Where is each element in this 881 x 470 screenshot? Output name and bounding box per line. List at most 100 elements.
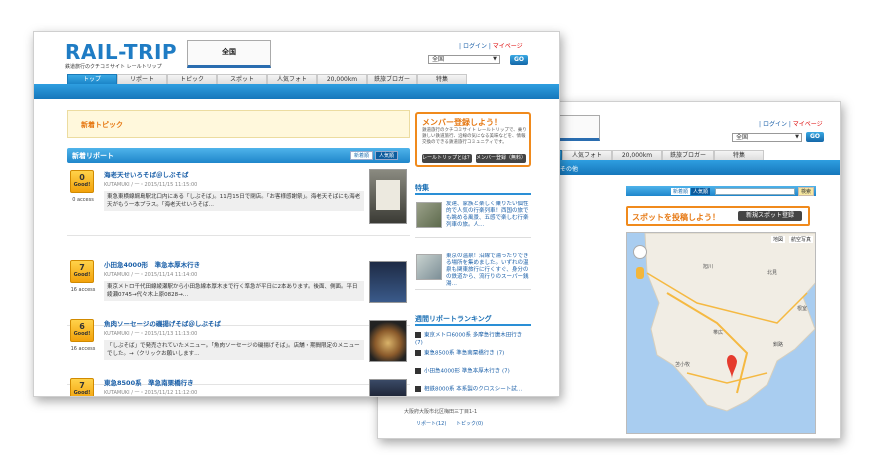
report-excerpt: 東京メトロ千代田線綾瀬駅から小田急線本厚木まで行く準急が平日に2本あります。後面… — [104, 281, 364, 301]
tab-photo[interactable]: 人気フォト — [562, 150, 612, 160]
about-button[interactable]: レールトリップとは？ — [422, 154, 472, 163]
tab-photo[interactable]: 人気フォト — [267, 74, 317, 84]
map-place: 根室 — [797, 306, 808, 312]
train-icon — [415, 368, 421, 374]
register-button[interactable]: メンバー登録（無料） — [476, 154, 526, 163]
search-input[interactable] — [715, 188, 795, 195]
good-count: 0 — [79, 173, 85, 182]
good-label: Good! — [73, 331, 91, 337]
map-pan-control[interactable] — [633, 245, 647, 259]
area-select[interactable]: 全国 ▼ — [428, 55, 500, 64]
report-item[interactable]: 7 Good! 東急8500系 準急南栗橋行き KUTAMUKI / 一・201… — [67, 374, 410, 396]
login-link[interactable]: ログイン — [763, 121, 787, 128]
feature-thumbnail[interactable] — [416, 202, 442, 228]
good-count: 6 — [79, 322, 85, 331]
report-thumbnail[interactable] — [369, 320, 407, 362]
tab-20000km[interactable]: 20,000km — [612, 150, 662, 160]
map-place: 北見 — [767, 270, 778, 276]
tab-spot[interactable]: スポット — [217, 74, 267, 84]
footer-report-link[interactable]: リポート(12) — [416, 420, 446, 427]
area-select-value: 全国 — [736, 134, 749, 141]
good-badge[interactable]: 6 Good! — [70, 319, 94, 342]
new-reports-title: 新着リポート — [72, 152, 114, 160]
ranking-text[interactable]: 東京メトロ6000系 多摩急行唐木田行き (7) — [415, 333, 522, 346]
report-thumbnail[interactable] — [369, 169, 407, 224]
mypage-link[interactable]: マイページ — [493, 43, 523, 50]
area-select-value: 全国 — [432, 56, 445, 63]
report-meta: KUTAMUKI / 一・2015/11/12 11:12:00 — [104, 390, 198, 396]
ranking-text[interactable]: 小田急4000形 準急本厚木行き (7) — [424, 369, 510, 375]
ranking-text[interactable]: 相鉄8000系 本系製のクロスシート試… — [424, 387, 522, 393]
go-button[interactable]: GO — [806, 132, 824, 142]
area-select[interactable]: 全国 ▼ — [732, 133, 802, 142]
good-count: 7 — [79, 263, 85, 272]
feature-item[interactable]: 友達、家族と楽しく乗りたい個性的で人気の行楽列車！西国の旅でも眺める風景、五感で… — [415, 200, 531, 238]
footer-topic-link[interactable]: トピック(0) — [456, 420, 483, 427]
member-description: 鉄道旅行のクチコミサイト レールトリップで、乗り鉄しい鉄道旅行、沿線の気になる美… — [422, 128, 527, 145]
map-place: 帯広 — [713, 330, 724, 336]
go-button[interactable]: GO — [510, 55, 528, 65]
ranking-item[interactable]: 相鉄8000系 本系製のクロスシート試… — [415, 386, 531, 394]
nav-tabs: 人気フォト 20,000km 鉄旅ブロガー 特集 — [550, 150, 764, 160]
access-count: 16 access — [70, 346, 96, 352]
ranking-item[interactable]: 東急8500系 準急南栗橋行き (7) — [415, 350, 531, 358]
train-icon — [415, 332, 421, 338]
map-place: 苫小牧 — [675, 362, 691, 368]
footer-address: 大阪府大阪市北区梅田三丁目1-1 — [404, 409, 478, 415]
tab-feature[interactable]: 特集 — [714, 150, 764, 160]
report-item[interactable]: 0 Good! 0 access 海老天せいろそば＠しぶそば KUTAMUKI … — [67, 166, 410, 236]
tab-20000km[interactable]: 20,000km — [317, 74, 367, 84]
good-badge[interactable]: 0 Good! — [70, 170, 94, 193]
tab-blogger[interactable]: 鉄旅ブロガー — [367, 74, 417, 84]
report-title[interactable]: 東急8500系 準急南栗橋行き — [104, 377, 194, 387]
train-icon — [415, 350, 421, 356]
report-thumbnail[interactable] — [369, 379, 407, 396]
ranking-item[interactable]: 小田急4000形 準急本厚木行き (7) — [415, 368, 531, 376]
new-topic-title: 新着トピック — [81, 121, 123, 129]
feature-item[interactable]: 東京の温泉！沿線で湯ったりできる場所を集めました。いずれの温泉も関東旅行に行くす… — [415, 252, 531, 290]
mypage-link[interactable]: マイページ — [793, 121, 823, 128]
ranking-title: 週間リポートランキング — [415, 315, 492, 323]
sort-popular-button[interactable]: 人気順 — [375, 151, 399, 160]
search-button[interactable]: 検索 — [798, 187, 814, 196]
report-meta: KUTAMUKI / 一・2015/11/15 11:15:00 — [104, 182, 198, 188]
report-meta: KUTAMUKI / 一・2015/11/14 11:14:00 — [104, 272, 198, 278]
ranking-header: 週間リポートランキング — [415, 314, 531, 326]
map-place: 旭川 — [703, 264, 714, 270]
report-title[interactable]: 魚肉ソーセージの磯揚げそば＠しぶそば — [104, 318, 221, 328]
rail-trip-logo[interactable]: RAIL-TRIP — [65, 40, 177, 64]
ranking-item[interactable]: 東京メトロ6000系 多摩急行唐木田行き (7) — [415, 332, 531, 347]
good-label: Good! — [73, 182, 91, 188]
pegman-icon[interactable] — [636, 267, 644, 279]
report-title[interactable]: 海老天せいろそば＠しぶそば — [104, 169, 189, 179]
report-title[interactable]: 小田急4000形 準急本厚木行き — [104, 259, 200, 269]
new-spot-button[interactable]: 新規スポット登録 — [738, 211, 802, 221]
nav-blue-bar — [34, 84, 559, 99]
sort-new-button[interactable]: 新着順 — [671, 188, 691, 195]
tab-blogger[interactable]: 鉄旅ブロガー — [662, 150, 714, 160]
nav-tabs: トップ リポート トピック スポット 人気フォト 20,000km 鉄旅ブロガー… — [67, 74, 467, 84]
feature-text[interactable]: 友達、家族と楽しく乗りたい個性的で人気の行楽列車！西国の旅でも眺める風景、五感で… — [446, 201, 530, 237]
feature-text[interactable]: 東京の温泉！沿線で湯ったりできる場所を集めました。いずれの温泉も関東旅行に行くす… — [446, 253, 530, 289]
login-link[interactable]: ログイン — [463, 43, 487, 50]
access-count: 16 access — [70, 287, 96, 293]
report-excerpt: 「しぶそば」で発売されていたメニュー。「魚肉ソーセージの磯揚げそば」。店舗・期間… — [104, 340, 364, 360]
good-badge[interactable]: 7 Good! — [70, 260, 94, 283]
post-spot-box: スポットを投稿しよう！ 新規スポット登録 — [626, 206, 810, 226]
train-icon — [415, 386, 421, 392]
tab-feature[interactable]: 特集 — [417, 74, 467, 84]
feature-title: 特集 — [415, 184, 429, 192]
map-type-map[interactable]: 地図 — [770, 236, 785, 243]
tab-report[interactable]: リポート — [117, 74, 167, 84]
feature-thumbnail[interactable] — [416, 254, 442, 280]
ranking-text[interactable]: 東急8500系 準急南栗橋行き (7) — [424, 351, 504, 357]
tab-top[interactable]: トップ — [67, 74, 117, 84]
sort-new-button[interactable]: 新着順 — [350, 151, 374, 160]
report-thumbnail[interactable] — [369, 261, 407, 303]
map-type-satellite[interactable]: 航空写真 — [788, 236, 813, 243]
subnav-other[interactable]: その他 — [560, 164, 578, 173]
good-badge[interactable]: 7 Good! — [70, 378, 94, 396]
hokkaido-map[interactable]: 地図 航空写真 旭川 帯広 釧路 北見 苫小牧 根室 — [626, 232, 816, 434]
sort-popular-button[interactable]: 人気順 — [691, 188, 711, 195]
tab-topic[interactable]: トピック — [167, 74, 217, 84]
